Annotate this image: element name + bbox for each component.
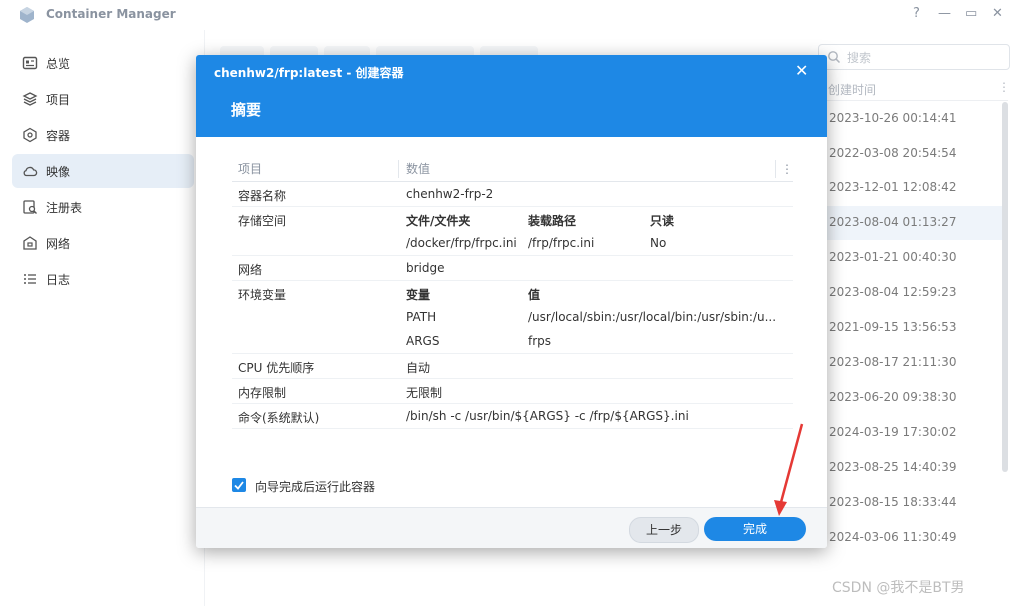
column-divider: [775, 160, 776, 178]
summary-row-network: 网络 bridge: [232, 256, 793, 281]
env-col-value: 值: [528, 288, 541, 302]
sidebar-item-registry[interactable]: 注册表: [12, 190, 194, 224]
storage-mount: /frp/frpc.ini: [528, 236, 595, 250]
sidebar: 总览 项目 容器 映像 注册表 网络 日志: [0, 30, 204, 606]
done-button[interactable]: 完成: [704, 517, 806, 541]
sidebar-item-image[interactable]: 映像: [12, 154, 194, 188]
back-button[interactable]: 上一步: [629, 517, 699, 543]
summary-row-memory: 内存限制 无限制: [232, 379, 793, 404]
overview-icon: [22, 56, 38, 70]
summary-row-env: 环境变量 变量 值 PATH /usr/local/sbin:/usr/loca…: [232, 281, 793, 354]
sidebar-item-label: 项目: [46, 93, 71, 107]
close-icon[interactable]: ✕: [795, 61, 808, 80]
container-manager-logo-icon: [20, 7, 34, 23]
row-label: 容器名称: [238, 189, 287, 203]
create-container-dialog: chenhw2/frp:latest - 创建容器 ✕ 摘要 项目 数值 ⋮ 容…: [196, 55, 827, 548]
run-after-wizard-checkbox[interactable]: 向导完成后运行此容器: [232, 477, 432, 495]
header-value: 数值: [406, 162, 431, 176]
close-window-icon[interactable]: ✕: [992, 6, 1003, 21]
cloud-icon: [23, 166, 38, 177]
row-label: 环境变量: [238, 288, 287, 302]
app-title: Container Manager: [46, 7, 176, 21]
network-icon: [23, 236, 37, 250]
maximize-icon[interactable]: ▭: [965, 6, 977, 21]
row-label: 内存限制: [238, 386, 287, 400]
storage-col-mount: 装载路径: [528, 214, 577, 228]
sidebar-item-log[interactable]: 日志: [12, 262, 194, 296]
row-value: bridge: [406, 261, 445, 275]
dialog-header: chenhw2/frp:latest - 创建容器 ✕ 摘要: [196, 55, 827, 137]
sidebar-item-label: 日志: [46, 273, 71, 287]
dialog-footer: 上一步 完成: [196, 507, 827, 548]
row-label: 命令(系统默认): [238, 411, 320, 425]
env-col-variable: 变量: [406, 288, 431, 302]
storage-file: /docker/frp/frpc.ini: [406, 236, 517, 250]
dialog-title: chenhw2/frp:latest - 创建容器: [214, 66, 404, 80]
row-label: CPU 优先顺序: [238, 361, 315, 375]
dialog-heading: 摘要: [231, 101, 262, 119]
container-icon: [23, 127, 37, 143]
log-icon: [24, 274, 36, 284]
storage-readonly: No: [650, 236, 667, 250]
row-value: 无限制: [406, 386, 443, 400]
column-divider: [398, 160, 399, 178]
summary-row-storage: 存储空间 文件/文件夹 装载路径 只读 /docker/frp/frpc.ini…: [232, 207, 793, 256]
sidebar-item-container[interactable]: 容器: [12, 118, 194, 152]
project-icon: [22, 92, 38, 106]
checkbox-checked-icon: [232, 478, 246, 492]
summary-row-cpu: CPU 优先顺序 自动: [232, 354, 793, 379]
column-menu-icon[interactable]: ⋮: [781, 157, 793, 181]
storage-col-readonly: 只读: [650, 214, 675, 228]
sidebar-item-label: 总览: [46, 57, 71, 71]
checkbox-label: 向导完成后运行此容器: [255, 480, 376, 494]
row-value: 自动: [406, 361, 431, 375]
sidebar-item-project[interactable]: 项目: [12, 82, 194, 116]
summary-table-header: 项目 数值 ⋮: [232, 157, 793, 182]
row-label: 网络: [238, 263, 263, 277]
env-key: ARGS: [406, 334, 440, 348]
help-icon[interactable]: ?: [913, 6, 920, 21]
header-item: 项目: [238, 162, 263, 176]
annotation-arrow-icon: [774, 423, 804, 516]
env-key: PATH: [406, 310, 437, 324]
sidebar-item-label: 网络: [46, 237, 71, 251]
row-value: /bin/sh -c /usr/bin/${ARGS} -c /frp/${AR…: [406, 409, 689, 423]
sidebar-item-overview[interactable]: 总览: [12, 46, 194, 80]
sidebar-item-network[interactable]: 网络: [12, 226, 194, 260]
sidebar-item-label: 注册表: [46, 201, 83, 215]
summary-row-command: 命令(系统默认) /bin/sh -c /usr/bin/${ARGS} -c …: [232, 404, 793, 429]
row-label: 存储空间: [238, 214, 287, 228]
sidebar-item-label: 容器: [46, 129, 71, 143]
storage-col-file: 文件/文件夹: [406, 214, 471, 228]
row-value: chenhw2-frp-2: [406, 187, 494, 201]
minimize-icon[interactable]: —: [938, 6, 951, 21]
summary-row-name: 容器名称 chenhw2-frp-2: [232, 182, 793, 207]
env-value: /usr/local/sbin:/usr/local/bin:/usr/sbin…: [528, 310, 777, 324]
window-titlebar: Container Manager ? — ▭ ✕: [0, 0, 1024, 30]
registry-icon: [23, 200, 37, 214]
env-value: frps: [528, 334, 552, 348]
sidebar-item-label: 映像: [46, 165, 71, 179]
